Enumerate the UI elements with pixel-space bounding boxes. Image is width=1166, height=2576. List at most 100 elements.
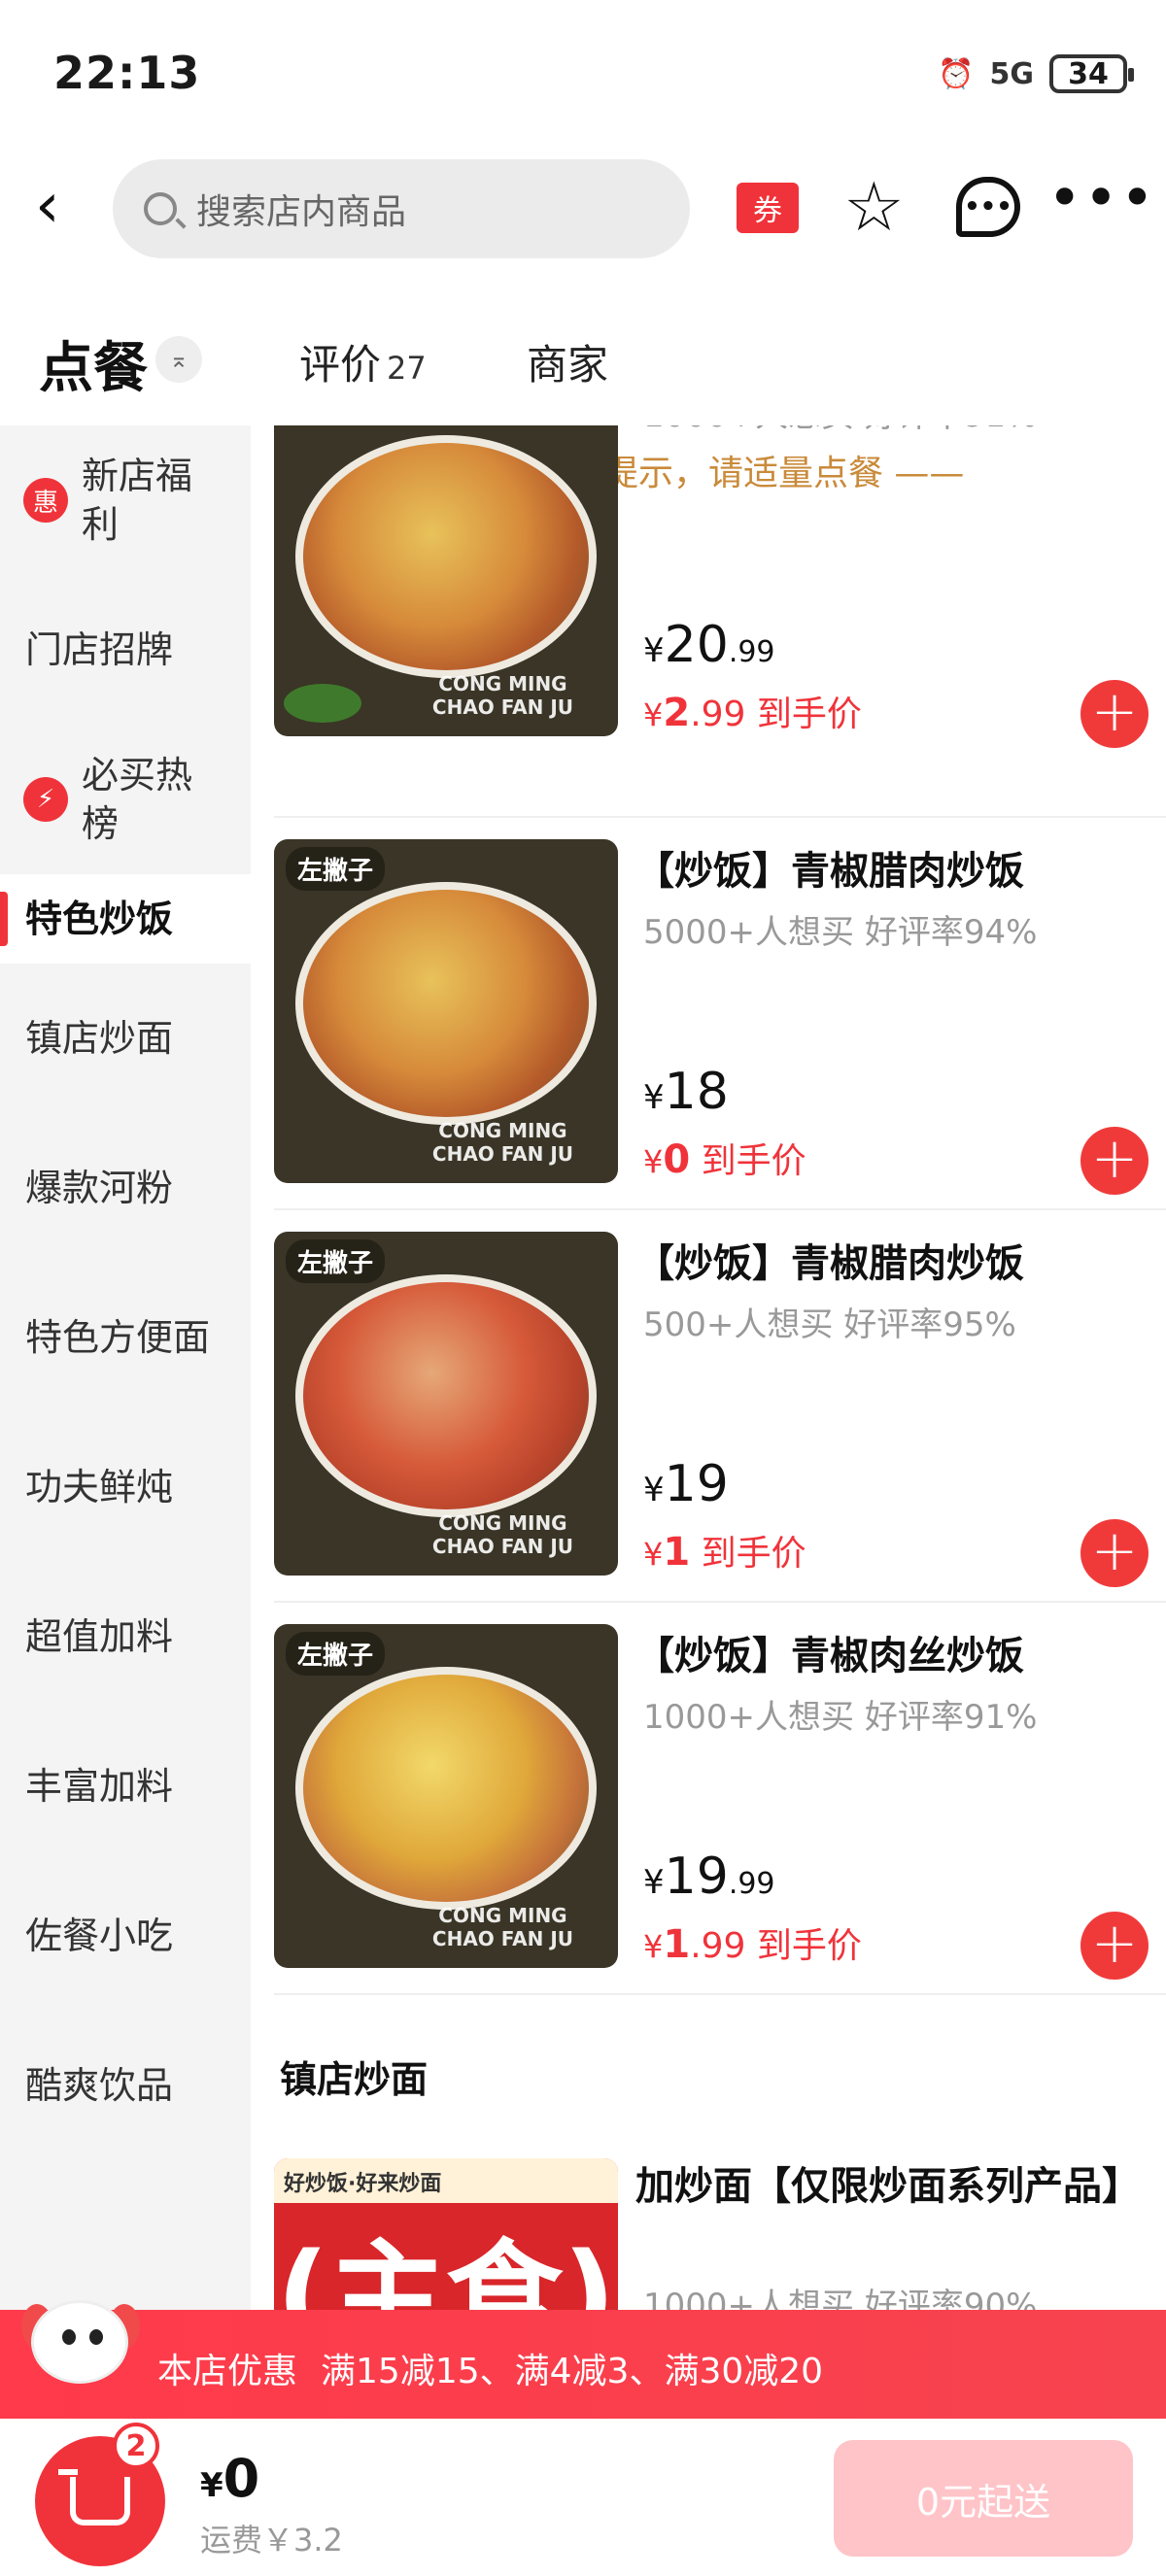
signal-icon: 5G [989,56,1035,91]
status-bar: 22:13 ⏰ 5G 34 [0,0,1166,146]
more-icon[interactable]: ••• [1047,169,1156,227]
product-card[interactable]: 左撇子 CONG MING CHAO FAN JU 【炒饭】青椒腊肉炒饭 5000… [274,839,1149,1195]
sidebar-item-signature[interactable]: 门店招牌 [0,575,251,725]
product-price: ¥19 [643,1455,729,1513]
category-sidebar: 惠 新店福利 门店招牌 ⚡ 必买热榜 特色炒饭 镇店炒面 爆款河粉 特色方便面 … [0,425,251,2312]
final-price: ¥1 到手价 [643,1530,806,1575]
checkout-button[interactable]: 0元起送 [834,2440,1133,2557]
battery-level: 34 [1068,56,1109,91]
sidebar-item-fried-noodles[interactable]: 镇店炒面 [0,964,251,1113]
product-image: 左撇子 CONG MING CHAO FAN JU [274,1232,618,1576]
store-header: ‹ 搜索店内商品 券 ☆ ••• ••• [0,155,1166,262]
store-tabs: 点餐 ⌅ 评价 27 商家 [0,301,1166,418]
delivery-fee: 运费￥3.2 [200,2522,343,2559]
mascot-eye [89,2329,103,2345]
cart-icon [58,2469,130,2525]
final-price: ¥0 到手价 [643,1137,806,1182]
sidebar-item-label: 镇店炒面 [25,1017,174,1060]
cart-count-badge: 2 [113,2423,159,2469]
image-watermark: CONG MING CHAO FAN JU [431,1904,573,1950]
sidebar-item-instant-noodles[interactable]: 特色方便面 [0,1263,251,1412]
review-count: 27 [387,350,427,387]
sidebar-item-rice-noodles[interactable]: 爆款河粉 [0,1113,251,1263]
image-watermark: CONG MING CHAO FAN JU [431,1119,573,1166]
sidebar-item-value-addons[interactable]: 超值加料 [0,1562,251,1712]
product-price: ¥20.99 [643,616,775,674]
cart-bar: 2 ¥0 运费￥3.2 0元起送 [0,2419,1166,2576]
sidebar-item-label: 酷爽饮品 [25,2064,174,2107]
sidebar-item-label: 爆款河粉 [25,1167,174,1209]
sidebar-item-fried-rice[interactable]: 特色炒饭 [0,874,251,964]
product-stats: 1000+人想买 好评率91% [643,425,1037,436]
promo-rules: 满15减15、满4减3、满30减20 [321,2352,824,2391]
sidebar-item-label: 门店招牌 [25,628,174,671]
product-price: ¥18 [643,1063,729,1121]
divider [274,816,1166,818]
mascot-icon [17,2290,144,2417]
star-icon[interactable]: ☆ [843,173,905,241]
product-stats: 5000+人想买 好评率94% [643,913,1038,952]
divider [274,1993,1166,1995]
add-to-cart-button[interactable]: + [1080,680,1149,748]
product-image: CONG MING CHAO FAN JU [274,425,618,736]
dish-plate [295,1274,597,1517]
promo-title: 本店优惠 [157,2352,298,2391]
sidebar-item-label: 特色炒饭 [25,898,174,940]
sidebar-item-label: 必买热榜 [82,754,193,845]
product-card[interactable]: CONG MINGCHAO FAN JU 1000+人想买 好评率91% ¥20… [274,425,1149,748]
image-watermark: CONG MING CHAO FAN JU [431,1511,573,1558]
leaf-decoration [284,684,361,723]
product-card[interactable]: 左撇子 CONG MING CHAO FAN JU 【炒饭】青椒腊肉炒饭 500+… [274,1232,1149,1587]
final-price: ¥2.99 到手价 [643,691,862,735]
product-image: 好炒饭·好来炒面 (主食) [274,2158,618,2312]
search-placeholder: 搜索店内商品 [196,192,407,232]
brand-badge: 左撇子 [286,847,386,891]
product-stats: 1000+人想买 好评率90% [643,2287,1038,2312]
add-to-cart-button[interactable]: + [1080,1519,1149,1587]
add-to-cart-button[interactable]: + [1080,1127,1149,1195]
collapse-icon[interactable]: ⌅ [155,336,202,383]
image-ribbon: 好炒饭·好来炒面 [274,2158,618,2203]
product-name: 【炒饭】青椒腊肉炒饭 [635,1241,1024,1286]
customer-service-icon[interactable]: ••• [956,177,1020,237]
product-image: 左撇子 CONG MING CHAO FAN JU [274,839,618,1183]
search-input[interactable]: 搜索店内商品 [113,159,690,258]
status-icons: ⏰ 5G 34 [938,47,1134,101]
menu-content: —— 温馨提示，请适量点餐 —— CONG MINGCHAO FAN JU 10… [251,425,1166,2312]
brand-badge: 左撇子 [286,1632,386,1676]
tab-order[interactable]: 点餐 [39,324,148,403]
brand-badge: 左撇子 [286,1239,386,1283]
dish-plate [295,435,597,678]
product-card[interactable]: 左撇子 CONG MING CHAO FAN JU 【炒饭】青椒肉丝炒饭 1000… [274,1624,1149,1980]
promo-banner[interactable]: 本店优惠 满15减15、满4减3、满30减20 [0,2300,1166,2419]
mascot-eye [62,2329,76,2345]
sidebar-item-stew[interactable]: 功夫鲜炖 [0,1412,251,1562]
sidebar-item-label: 特色方便面 [25,1316,211,1359]
sidebar-item-label: 佐餐小吃 [25,1915,174,1957]
product-stats: 500+人想买 好评率95% [643,1305,1016,1344]
product-stats: 1000+人想买 好评率91% [643,1698,1038,1737]
back-icon[interactable]: ‹ [35,175,93,237]
product-name: 【炒饭】青椒肉丝炒饭 [635,1634,1024,1678]
tab-review[interactable]: 评价 27 [299,332,427,391]
sidebar-item-new-store[interactable]: 惠 新店福利 [0,425,251,575]
sidebar-item-rich-addons[interactable]: 丰富加料 [0,1712,251,1861]
dish-plate [295,1667,597,1910]
product-name: 【炒饭】青椒腊肉炒饭 [635,849,1024,894]
sidebar-item-label: 新店福利 [82,455,193,546]
sidebar-item-snacks[interactable]: 佐餐小吃 [0,1861,251,2011]
coupon-icon[interactable]: 券 [737,183,799,233]
alarm-icon: ⏰ [938,56,975,91]
tab-store[interactable]: 商家 [527,332,608,391]
image-headline: (主食) [276,2229,616,2312]
divider [274,1601,1166,1603]
sidebar-item-drinks[interactable]: 酷爽饮品 [0,2011,251,2160]
product-name[interactable]: 加炒面【仅限炒面系列产品】 [635,2158,1150,2215]
add-to-cart-button[interactable]: + [1080,1912,1149,1980]
search-icon [144,192,177,225]
sidebar-item-hot-list[interactable]: ⚡ 必买热榜 [0,725,251,874]
promo-text: 本店优惠 满15减15、满4减3、满30减20 [157,2343,823,2393]
status-time: 22:13 [53,47,201,99]
divider [274,1208,1166,1210]
final-price: ¥1.99 到手价 [643,1922,862,1967]
